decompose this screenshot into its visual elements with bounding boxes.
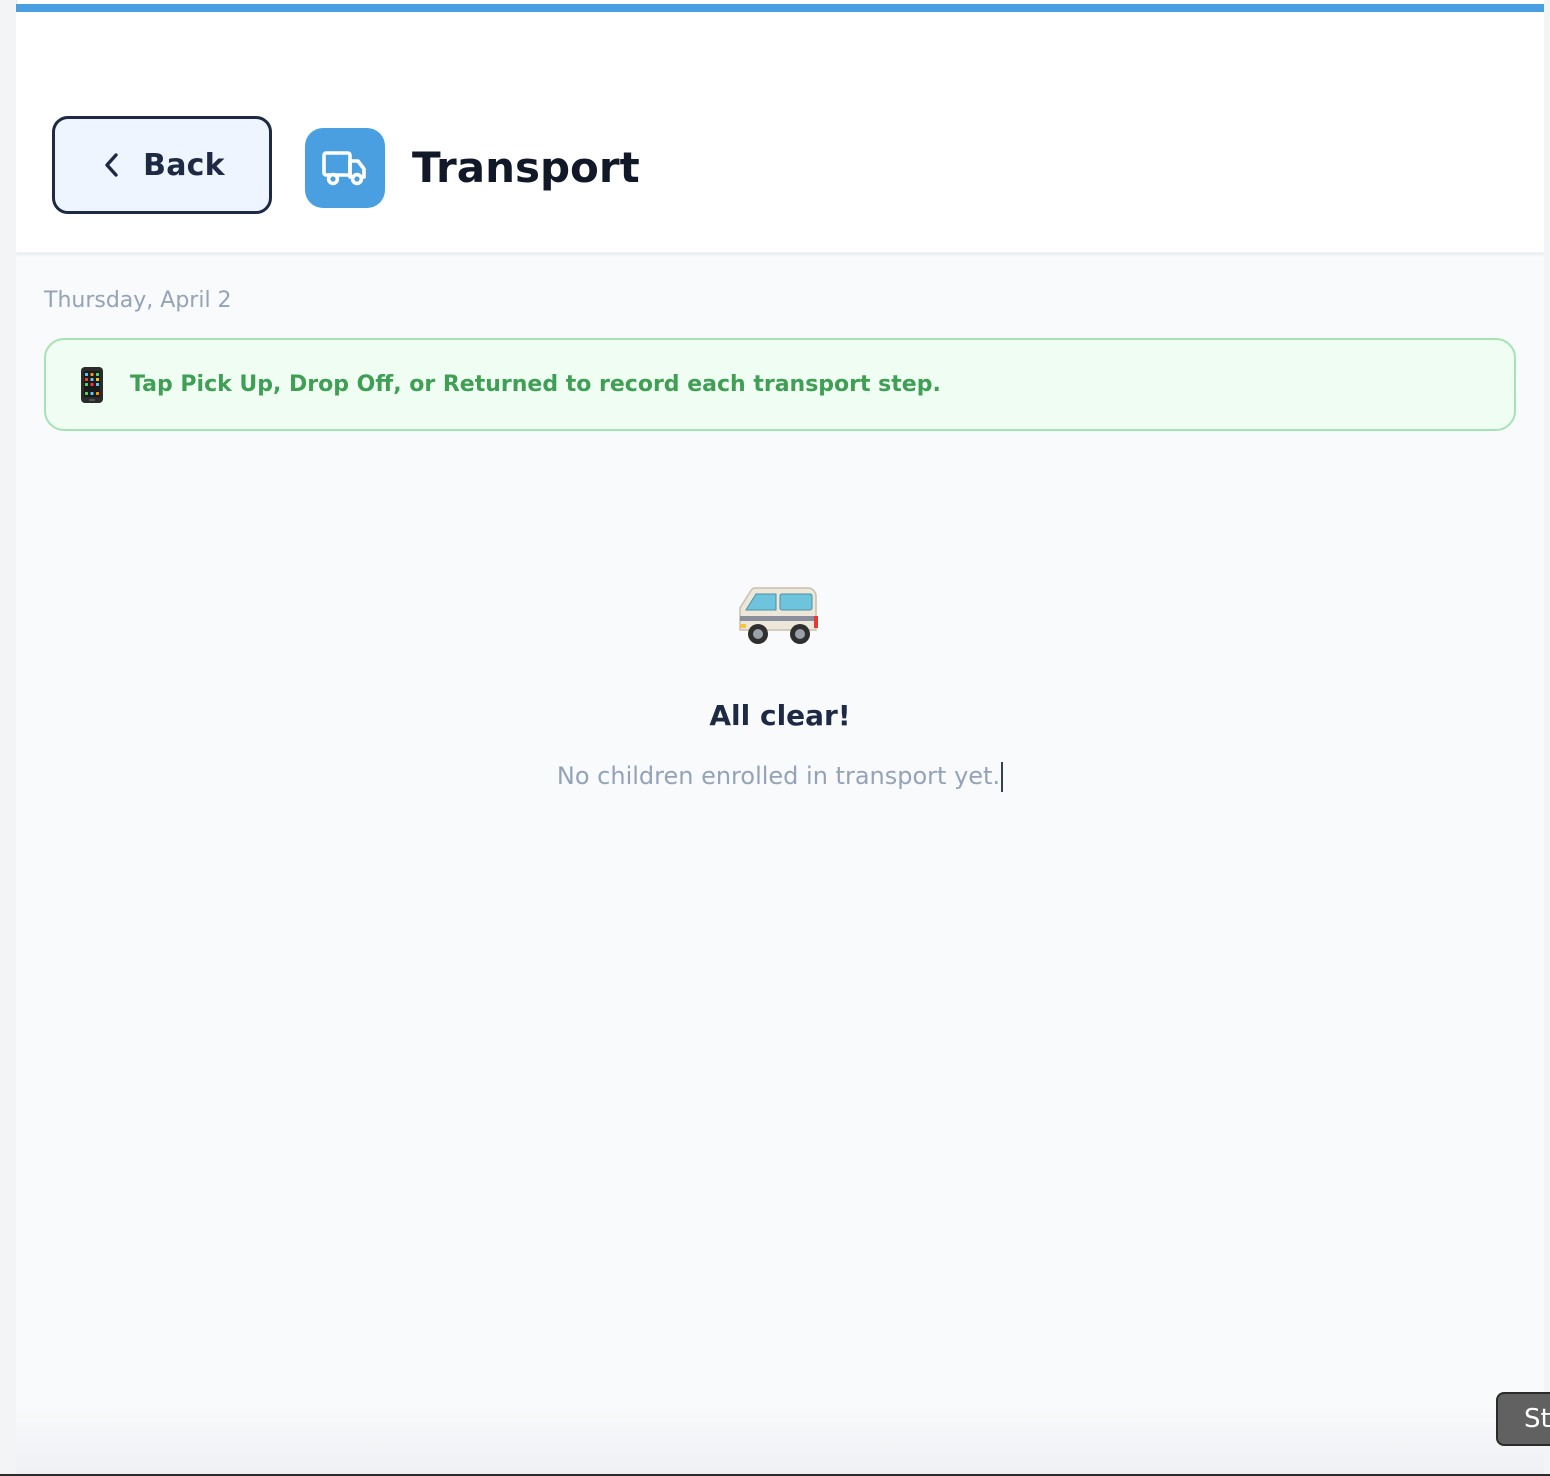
page-header: Back Transport: [16, 12, 1544, 253]
text-caret: [1001, 762, 1004, 792]
empty-state-subtitle-text: No children enrolled in transport yet.: [556, 762, 1001, 790]
page-title: Transport: [412, 143, 640, 192]
window-right-edge: [1544, 0, 1550, 1476]
info-banner: Tap Pick Up, Drop Off, or Returned to re…: [44, 338, 1516, 431]
mobile-phone-icon: [80, 366, 104, 404]
empty-state: All clear! No children enrolled in trans…: [16, 578, 1544, 792]
date-label: Thursday, April 2: [44, 288, 232, 313]
back-button[interactable]: Back: [52, 116, 272, 214]
back-button-label: Back: [143, 147, 225, 183]
floating-action-button[interactable]: St: [1496, 1392, 1550, 1446]
empty-state-subtitle: No children enrolled in transport yet.: [16, 760, 1544, 792]
info-banner-text: Tap Pick Up, Drop Off, or Returned to re…: [130, 372, 941, 397]
window-left-edge: [0, 0, 17, 1476]
truck-icon: [305, 128, 385, 208]
empty-state-title: All clear!: [709, 699, 851, 732]
app-window: Back Transport Thursday, April 2 Tap Pic…: [16, 4, 1544, 1474]
chevron-left-icon: [99, 152, 125, 178]
accent-bar: [16, 4, 1544, 12]
bottom-fade: [16, 1404, 1544, 1474]
van-icon: [738, 578, 822, 650]
